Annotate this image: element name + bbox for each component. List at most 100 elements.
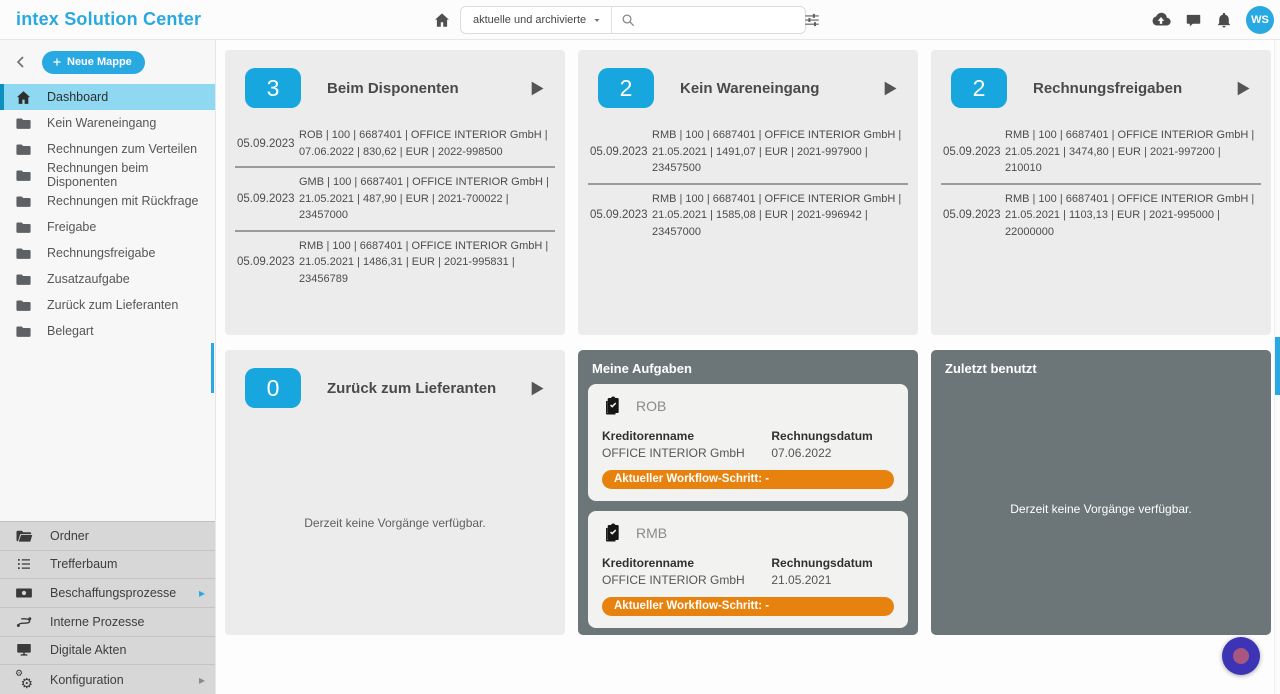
- open-folder-arrow-icon[interactable]: [1232, 76, 1253, 101]
- home-icon[interactable]: [433, 11, 451, 29]
- search-icon: [620, 12, 636, 28]
- page-scrollbar-thumb[interactable]: [1275, 337, 1280, 395]
- sidebar-item-label: Freigabe: [47, 220, 96, 234]
- digital-files-icon: [15, 641, 33, 659]
- card-rechnungsfreigaben: 2 Rechnungsfreigaben 05.09.2023RMB | 100…: [931, 50, 1271, 335]
- search-filter-icon[interactable]: [803, 11, 821, 29]
- field-label: Rechnungsdatum: [771, 556, 894, 570]
- sidebar-item-rechnungen-beim-disponenten[interactable]: Rechnungen beim Disponenten: [0, 162, 215, 188]
- vorgang-text: RMB | 100 | 6687401 | OFFICE INTERIOR Gm…: [652, 127, 906, 177]
- card-title: Zurück zum Lieferanten: [327, 380, 496, 397]
- sidebar-item-rechnungen-mit-r-ckfrage[interactable]: Rechnungen mit Rückfrage: [0, 188, 215, 214]
- collapse-sidebar-icon[interactable]: [13, 54, 29, 70]
- sidebar-item-label: Zusatzaufgabe: [47, 272, 130, 286]
- sidebar-tool-ordner[interactable]: Ordner: [0, 522, 215, 551]
- main-content: 3 Beim Disponenten 05.09.2023ROB | 100 |…: [216, 40, 1280, 694]
- task-head: ROB: [602, 395, 894, 417]
- open-folder-arrow-icon[interactable]: [526, 376, 547, 401]
- vorgang-row[interactable]: 05.09.2023GMB | 100 | 6687401 | OFFICE I…: [235, 168, 555, 232]
- vorgang-date: 05.09.2023: [237, 138, 299, 150]
- sidebar-tool-trefferbaum[interactable]: Trefferbaum: [0, 551, 215, 580]
- assistant-fab-button[interactable]: [1222, 637, 1260, 675]
- vorgang-list: 05.09.2023ROB | 100 | 6687401 | OFFICE I…: [235, 121, 555, 325]
- sidebar-item-zusatzaufgabe[interactable]: Zusatzaufgabe: [0, 266, 215, 292]
- sidebar-item-dashboard[interactable]: Dashboard: [0, 84, 215, 110]
- process-flow-icon: [15, 613, 33, 631]
- plus-icon: [51, 56, 63, 68]
- vorgang-date: 05.09.2023: [237, 193, 299, 205]
- vorgang-list: 05.09.2023RMB | 100 | 6687401 | OFFICE I…: [588, 121, 908, 325]
- task-field-kreditorenname: Kreditorenname OFFICE INTERIOR GmbH: [602, 556, 771, 587]
- sidebar-item-rechnungsfreigabe[interactable]: Rechnungsfreigabe: [0, 240, 215, 266]
- field-value: 21.05.2021: [771, 573, 894, 587]
- open-folder-arrow-icon[interactable]: [526, 76, 547, 101]
- chat-icon[interactable]: [1185, 12, 1202, 29]
- field-value: OFFICE INTERIOR GmbH: [602, 573, 771, 587]
- folder-icon: [15, 193, 32, 210]
- count-badge: 0: [245, 368, 301, 408]
- sidebar-item-label: Rechnungen mit Rückfrage: [47, 194, 198, 208]
- folder-open-icon: [15, 527, 33, 545]
- vorgang-text: RMB | 100 | 6687401 | OFFICE INTERIOR Gm…: [652, 191, 906, 241]
- task-fields: KreditorennameOFFICE INTERIOR GmbHRechnu…: [602, 429, 894, 460]
- sidebar-item-belegart[interactable]: Belegart: [0, 318, 215, 344]
- field-label: Rechnungsdatum: [771, 429, 894, 443]
- meine-aufgaben-panel: Meine Aufgaben ROBKreditorennameOFFICE I…: [578, 350, 918, 635]
- vorgang-row[interactable]: 05.09.2023ROB | 100 | 6687401 | OFFICE I…: [235, 121, 555, 168]
- vorgang-text: RMB | 100 | 6687401 | OFFICE INTERIOR Gm…: [299, 238, 553, 288]
- header-actions: WS: [1150, 0, 1274, 40]
- vorgang-row[interactable]: 05.09.2023RMB | 100 | 6687401 | OFFICE I…: [941, 121, 1261, 185]
- sidebar-tool-beschaffungsprozesse[interactable]: Beschaffungsprozesse▸: [0, 579, 215, 608]
- folder-icon: [15, 219, 32, 236]
- recent-body: Derzeit keine Vorgänge verfügbar.: [931, 382, 1271, 635]
- vorgang-row[interactable]: 05.09.2023RMB | 100 | 6687401 | OFFICE I…: [941, 185, 1261, 247]
- folder-icon: [15, 297, 32, 314]
- sidebar-item-freigabe[interactable]: Freigabe: [0, 214, 215, 240]
- field-label: Kreditorenname: [602, 556, 771, 570]
- count-badge: 2: [951, 68, 1007, 108]
- vorgang-date: 05.09.2023: [590, 146, 652, 158]
- workflow-step-bar: Aktueller Workflow-Schritt: -: [602, 597, 894, 616]
- empty-message: Derzeit keine Vorgänge verfügbar.: [1010, 502, 1191, 516]
- search-segment: [611, 7, 829, 33]
- task-card-rob[interactable]: ROB KreditorennameOFFICE INTERIOR GmbHRec…: [588, 384, 908, 501]
- sidebar-tool-interne-prozesse[interactable]: Interne Prozesse: [0, 608, 215, 637]
- vorgang-row[interactable]: 05.09.2023RMB | 100 | 6687401 | OFFICE I…: [588, 185, 908, 247]
- search-scope-dropdown[interactable]: aktuelle und archivierte Vorgän...: [461, 7, 611, 33]
- card-title: Beim Disponenten: [327, 80, 459, 97]
- new-mappe-button[interactable]: Neue Mappe: [42, 51, 145, 74]
- vorgang-date: 05.09.2023: [943, 146, 1005, 158]
- vorgang-row[interactable]: 05.09.2023RMB | 100 | 6687401 | OFFICE I…: [588, 121, 908, 185]
- field-label: Kreditorenname: [602, 429, 771, 443]
- sidebar-item-rechnungen-zum-verteilen[interactable]: Rechnungen zum Verteilen: [0, 136, 215, 162]
- app-title: intex Solution Center: [16, 9, 201, 30]
- count-badge: 3: [245, 68, 301, 108]
- sidebar-tool-label: Beschaffungsprozesse: [50, 586, 176, 600]
- cloud-upload-icon[interactable]: [1150, 9, 1172, 31]
- page-scrollbar[interactable]: [1274, 40, 1280, 694]
- folder-icon: [15, 323, 32, 340]
- user-avatar[interactable]: WS: [1246, 6, 1274, 34]
- task-field-rechnungsdatum: Rechnungsdatum07.06.2022: [771, 429, 894, 460]
- card-header: 0 Zurück zum Lieferanten: [225, 350, 565, 408]
- open-folder-arrow-icon[interactable]: [879, 76, 900, 101]
- vorgang-date: 05.09.2023: [590, 209, 652, 221]
- card-zurueck-zum-lieferanten: 0 Zurück zum Lieferanten Derzeit keine V…: [225, 350, 565, 635]
- sidebar-tool-digitale-akten[interactable]: Digitale Akten: [0, 637, 215, 666]
- vorgang-row[interactable]: 05.09.2023RMB | 100 | 6687401 | OFFICE I…: [235, 232, 555, 294]
- sidebar-scrollbar-thumb[interactable]: [211, 343, 214, 393]
- sidebar-nav-list: Dashboard Kein WareneingangRechnungen zum…: [0, 84, 215, 344]
- sidebar-item-label: Dashboard: [47, 90, 108, 104]
- gears-icon: ⚙⚙: [15, 671, 33, 689]
- sidebar-tool-konfiguration[interactable]: ⚙⚙Konfiguration▸: [0, 665, 215, 694]
- tasks-list: ROBKreditorennameOFFICE INTERIOR GmbHRec…: [578, 382, 918, 635]
- search-input[interactable]: [642, 13, 797, 27]
- panel-title: Meine Aufgaben: [578, 350, 918, 382]
- sidebar-item-label: Belegart: [47, 324, 94, 338]
- sidebar-item-zur-ck-zum-lieferanten[interactable]: Zurück zum Lieferanten: [0, 292, 215, 318]
- sidebar-tool-label: Trefferbaum: [50, 557, 117, 571]
- notifications-bell-icon[interactable]: [1215, 11, 1233, 29]
- sidebar-item-kein-wareneingang[interactable]: Kein Wareneingang: [0, 110, 215, 136]
- task-card-rmb[interactable]: RMBKreditorennameOFFICE INTERIOR GmbHRec…: [588, 511, 908, 628]
- app-header: intex Solution Center aktuelle und archi…: [0, 0, 1280, 40]
